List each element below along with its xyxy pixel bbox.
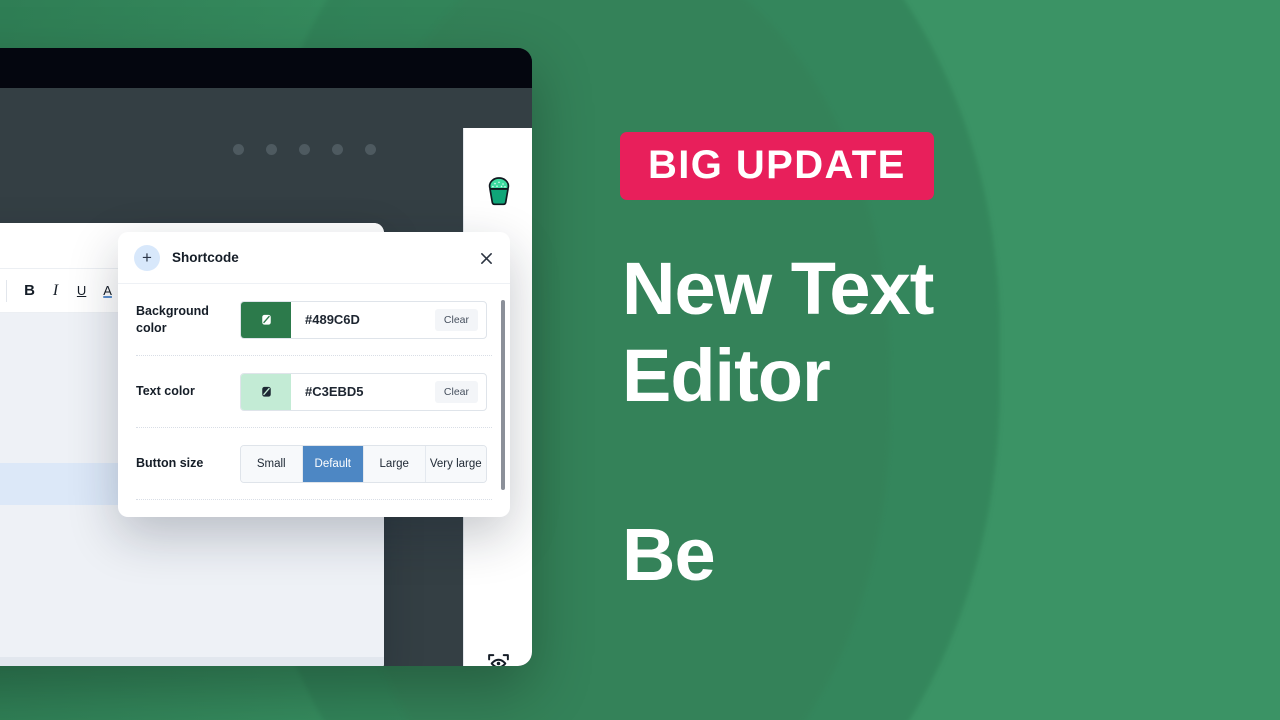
button-size-option-default[interactable]: Default [302,445,364,482]
shortcode-modal: + Shortcode Background color #489C6D Cle… [118,232,510,517]
button-size-option-small[interactable]: Small [241,445,303,482]
background-color-clear-button[interactable]: Clear [434,308,478,331]
modal-scrollbar[interactable] [501,300,505,490]
drag-dot [266,144,277,155]
background-color-swatch[interactable] [241,301,291,338]
page-title: New Text Editor [622,247,934,417]
field-text-color: Text color #C3EBD5 Clear [136,356,492,428]
toolbar-divider [5,279,7,302]
button-size-option-large[interactable]: Large [364,445,426,482]
eyedropper-icon [261,386,271,397]
close-icon[interactable] [476,248,496,268]
drag-dot [233,144,244,155]
promo-stage: Format B I U A 1 2 [0,0,1280,720]
text-color-button[interactable]: A [95,278,121,304]
text-color-value[interactable]: #C3EBD5 [291,374,435,410]
underline-button[interactable]: U [69,278,95,304]
eye-focus-icon[interactable] [464,642,532,666]
plus-icon[interactable]: + [134,244,160,271]
drag-dot [332,144,343,155]
drag-handle-dots-top[interactable] [233,144,376,155]
field-button-size: Button size Small Default Large Very lar… [136,428,492,500]
text-color-clear-button[interactable]: Clear [434,380,478,403]
field-background-color: Background color #489C6D Clear [136,284,492,356]
field-label: Background color [136,304,209,335]
italic-button[interactable]: I [43,278,69,304]
modal-header: + Shortcode [118,232,510,284]
field-label: Button size [136,456,204,471]
text-color-control[interactable]: #C3EBD5 Clear [240,372,487,411]
drag-dot [299,144,310,155]
background-color-value[interactable]: #489C6D [291,302,435,338]
status-badge: BIG UPDATE [620,132,934,200]
eyedropper-icon [261,314,271,325]
text-color-swatch[interactable] [241,373,291,410]
code-editor-footer [0,657,384,666]
bold-button[interactable]: B [17,278,43,304]
promo-panel: BIG UPDATE New Text Editor Be [620,0,1260,720]
modal-title: Shortcode [172,250,239,265]
button-size-segmented-control[interactable]: Small Default Large Very large [240,444,487,483]
app-titlebar [0,48,532,88]
button-size-option-very-large[interactable]: Very large [425,445,486,482]
page-subtitle: Be [622,513,716,596]
cupcake-icon [464,168,532,218]
drag-dot [365,144,376,155]
background-color-control[interactable]: #489C6D Clear [240,300,487,339]
modal-body: Background color #489C6D Clear Text colo… [118,284,510,517]
field-label: Text color [136,384,195,399]
